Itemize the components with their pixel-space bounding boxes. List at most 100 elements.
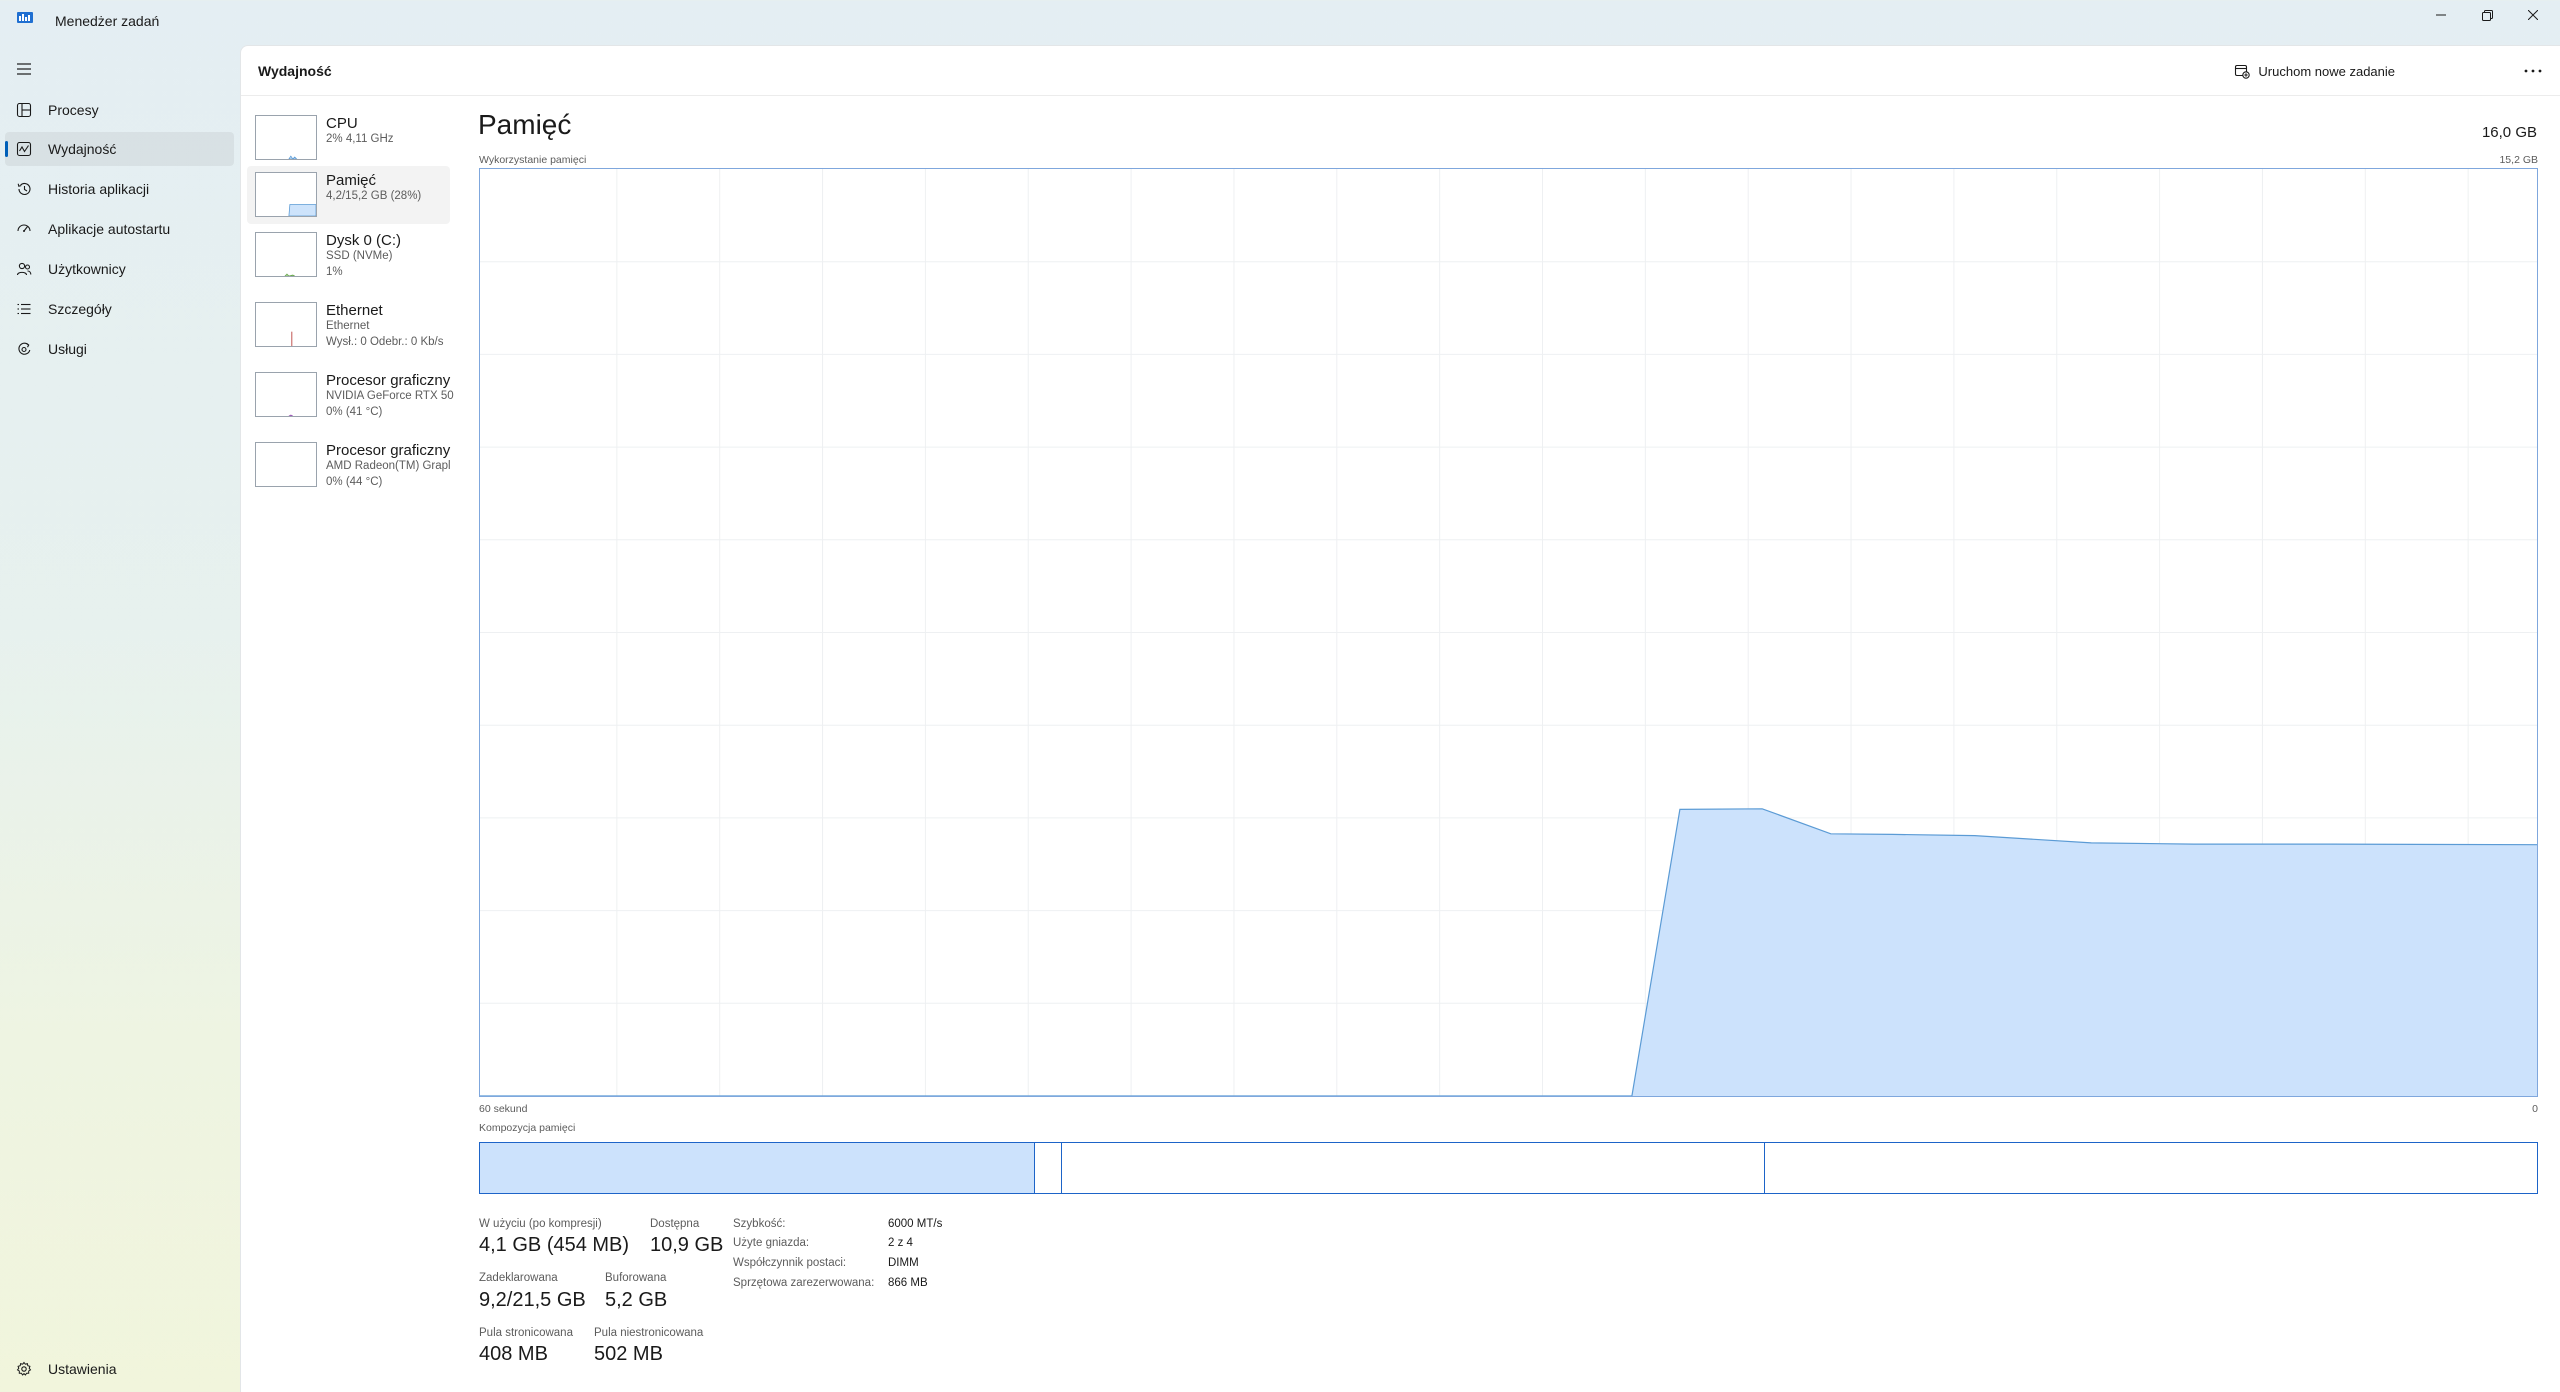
memory-usage-chart bbox=[479, 168, 2538, 1097]
device-detail: Wysł.: 0 Odebr.: 0 Kb/s bbox=[326, 336, 444, 348]
nav-item-label: Ustawienia bbox=[48, 1361, 117, 1377]
paged-pool-label: Pula stronicowana bbox=[479, 1327, 573, 1339]
history-icon bbox=[17, 182, 31, 195]
startup-icon bbox=[17, 224, 31, 232]
more-icon bbox=[2524, 69, 2542, 73]
speed-label: Szybkość: bbox=[733, 1218, 786, 1230]
device-detail: 2% 4,11 GHz bbox=[326, 133, 394, 145]
in-use-label: W użyciu (po kompresji) bbox=[479, 1218, 602, 1230]
cached-label: Buforowana bbox=[605, 1272, 667, 1284]
run-new-task-button[interactable]: Uruchom nowe zadanie bbox=[2228, 58, 2401, 84]
nav-item-startup-apps[interactable]: Aplikacje autostartu bbox=[5, 212, 234, 246]
more-options-button[interactable] bbox=[2519, 58, 2547, 84]
paged-pool-value: 408 MB bbox=[479, 1343, 548, 1365]
composition-modified-segment bbox=[1034, 1143, 1062, 1193]
nav-item-label: Historia aplikacji bbox=[48, 181, 150, 197]
nav-item-label: Procesy bbox=[48, 102, 99, 118]
device-name: Dysk 0 (C:) bbox=[326, 232, 401, 249]
memory-composition-bar bbox=[479, 1142, 2538, 1194]
memory-usage-chart-svg bbox=[480, 169, 2537, 1096]
ethernet-thumbnail bbox=[255, 302, 317, 347]
committed-label: Zadeklarowana bbox=[479, 1272, 558, 1284]
new-task-icon bbox=[2235, 64, 2251, 79]
nav-item-label: Użytkownicy bbox=[48, 261, 126, 277]
composition-label: Kompozycja pamięci bbox=[479, 1122, 576, 1134]
device-detail: Ethernet bbox=[326, 320, 370, 332]
gpu-thumbnail bbox=[255, 442, 317, 487]
app-title: Menedżer zadań bbox=[55, 13, 160, 29]
title-bar: Menedżer zadań bbox=[0, 0, 2560, 44]
usage-label: Wykorzystanie pamięci bbox=[479, 154, 587, 166]
app-icon bbox=[17, 12, 33, 23]
device-name: Pamięć bbox=[326, 172, 377, 189]
users-icon bbox=[16, 262, 32, 276]
device-disk[interactable]: Dysk 0 (C:) SSD (NVMe) 1% bbox=[247, 226, 450, 284]
cpu-thumbnail bbox=[255, 115, 317, 160]
memory-total: 16,0 GB bbox=[2481, 124, 2537, 141]
nav-item-label: Wydajność bbox=[48, 141, 117, 157]
slots-label: Użyte gniazda: bbox=[733, 1237, 810, 1249]
speed-value: 6000 MT/s bbox=[888, 1218, 943, 1230]
services-icon bbox=[18, 342, 31, 355]
device-name: Procesor graficzny bbox=[326, 372, 451, 389]
content-panel: Wydajność Uruchom nowe zadanie CPU 2% 4,… bbox=[240, 45, 2560, 1392]
device-gpu-0[interactable]: Procesor graficzny NVIDIA GeForce RTX 50… bbox=[247, 366, 454, 424]
restore-button[interactable] bbox=[2464, 0, 2510, 30]
device-detail: AMD Radeon(TM) Grapl bbox=[326, 460, 451, 472]
page-header: Wydajność Uruchom nowe zadanie bbox=[241, 46, 2560, 96]
selection-indicator bbox=[5, 141, 8, 157]
run-new-task-label: Uruchom nowe zadanie bbox=[2258, 63, 2395, 79]
x-axis-left-label: 60 sekund bbox=[479, 1103, 528, 1115]
form-factor-value: DIMM bbox=[888, 1257, 919, 1269]
form-factor-label: Współczynnik postaci: bbox=[733, 1257, 847, 1269]
cached-value: 5,2 GB bbox=[605, 1289, 668, 1311]
device-memory[interactable]: Pamięć 4,2/15,2 GB (28%) bbox=[247, 166, 450, 224]
details-icon bbox=[17, 303, 31, 315]
x-axis-right-label: 0 bbox=[2532, 1103, 2538, 1115]
device-name: Ethernet bbox=[326, 302, 383, 319]
device-cpu[interactable]: CPU 2% 4,11 GHz bbox=[247, 109, 450, 167]
device-detail: NVIDIA GeForce RTX 50 bbox=[326, 390, 454, 402]
hardware-reserved-label: Sprzętowa zarezerwowana: bbox=[733, 1277, 875, 1289]
nav-item-app-history[interactable]: Historia aplikacji bbox=[5, 172, 234, 206]
memory-usage-area bbox=[480, 808, 2537, 1096]
processes-icon bbox=[16, 102, 32, 118]
nav-item-users[interactable]: Użytkownicy bbox=[5, 252, 234, 286]
committed-value: 9,2/21,5 GB bbox=[479, 1289, 586, 1311]
nav-item-services[interactable]: Usługi bbox=[5, 332, 234, 366]
in-use-value: 4,1 GB (454 MB) bbox=[479, 1234, 630, 1256]
device-detail: SSD (NVMe) bbox=[326, 250, 393, 262]
close-icon bbox=[2528, 10, 2538, 20]
nav-item-label: Aplikacje autostartu bbox=[48, 221, 171, 237]
device-name: CPU bbox=[326, 115, 358, 132]
nonpaged-pool-label: Pula niestronicowana bbox=[594, 1327, 704, 1339]
composition-in-use-segment bbox=[480, 1143, 1035, 1193]
close-button[interactable] bbox=[2510, 0, 2556, 30]
run-task-area: Uruchom nowe zadanie bbox=[1341, 58, 2401, 84]
disk-thumbnail bbox=[255, 232, 317, 277]
nav-item-performance[interactable]: Wydajność bbox=[5, 132, 234, 166]
gpu-thumbnail bbox=[255, 372, 317, 417]
hamburger-icon bbox=[17, 63, 31, 75]
gear-icon bbox=[16, 1361, 32, 1376]
device-detail: 4,2/15,2 GB (28%) bbox=[326, 190, 422, 202]
nonpaged-pool-value: 502 MB bbox=[594, 1343, 663, 1365]
available-value: 10,9 GB bbox=[650, 1234, 724, 1256]
hamburger-menu-button[interactable] bbox=[12, 57, 36, 81]
device-ethernet[interactable]: Ethernet Ethernet Wysł.: 0 Odebr.: 0 Kb/… bbox=[247, 296, 450, 354]
memory-title: Pamięć bbox=[478, 109, 572, 140]
minimize-button[interactable] bbox=[2418, 0, 2464, 30]
performance-icon bbox=[16, 141, 32, 157]
hardware-reserved-value: 866 MB bbox=[888, 1277, 928, 1289]
device-detail: 1% bbox=[326, 266, 343, 278]
nav-item-details[interactable]: Szczegóły bbox=[5, 292, 234, 326]
composition-free-segment bbox=[1765, 1143, 2536, 1193]
minimize-icon bbox=[2436, 14, 2446, 16]
nav-item-settings[interactable]: Ustawienia bbox=[5, 1352, 234, 1386]
device-detail: 0% (41 °C) bbox=[326, 406, 383, 418]
nav-item-processes[interactable]: Procesy bbox=[5, 93, 234, 127]
device-gpu-1[interactable]: Procesor graficzny AMD Radeon(TM) Grapl … bbox=[247, 436, 451, 494]
composition-standby-segment bbox=[1061, 1143, 1765, 1193]
available-label: Dostępna bbox=[650, 1218, 700, 1230]
restore-icon bbox=[2481, 9, 2493, 21]
